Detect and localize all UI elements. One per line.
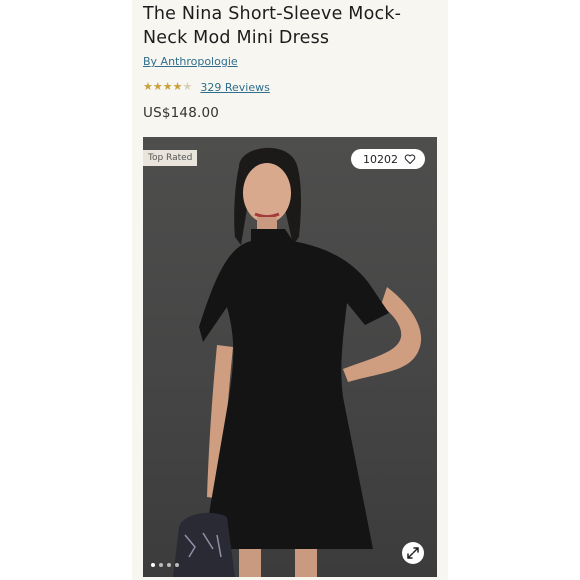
- rating-row: ★ ★ ★ ★ ★ 329 Reviews: [143, 79, 270, 95]
- expand-icon: [407, 547, 419, 559]
- star-icon: ★: [162, 80, 173, 93]
- star-icon: ★: [182, 80, 193, 93]
- product-photo-illustration: [173, 147, 422, 577]
- top-rated-badge: Top Rated: [143, 150, 198, 166]
- like-count: 10202: [363, 152, 398, 166]
- star-icon: ★: [152, 80, 163, 93]
- product-title: The Nina Short-Sleeve Mock-Neck Mod Mini…: [143, 4, 402, 48]
- brand-link[interactable]: By Anthropologie: [143, 55, 238, 68]
- star-icon: ★: [172, 80, 183, 93]
- expand-button[interactable]: [402, 542, 424, 564]
- star-icon: ★: [143, 80, 153, 93]
- carousel-dot[interactable]: [151, 563, 155, 567]
- reviews-link[interactable]: 329 Reviews: [200, 81, 269, 94]
- carousel-dot[interactable]: [175, 563, 179, 567]
- carousel-dot[interactable]: [167, 563, 171, 567]
- like-button[interactable]: 10202: [351, 149, 425, 169]
- rating-stars: ★ ★ ★ ★ ★: [143, 80, 192, 94]
- product-image[interactable]: Top Rated 10202: [143, 137, 437, 577]
- carousel-dot[interactable]: [159, 563, 163, 567]
- carousel-dots: [151, 563, 179, 567]
- product-price: US$148.00: [143, 105, 220, 121]
- heart-icon: [404, 154, 416, 164]
